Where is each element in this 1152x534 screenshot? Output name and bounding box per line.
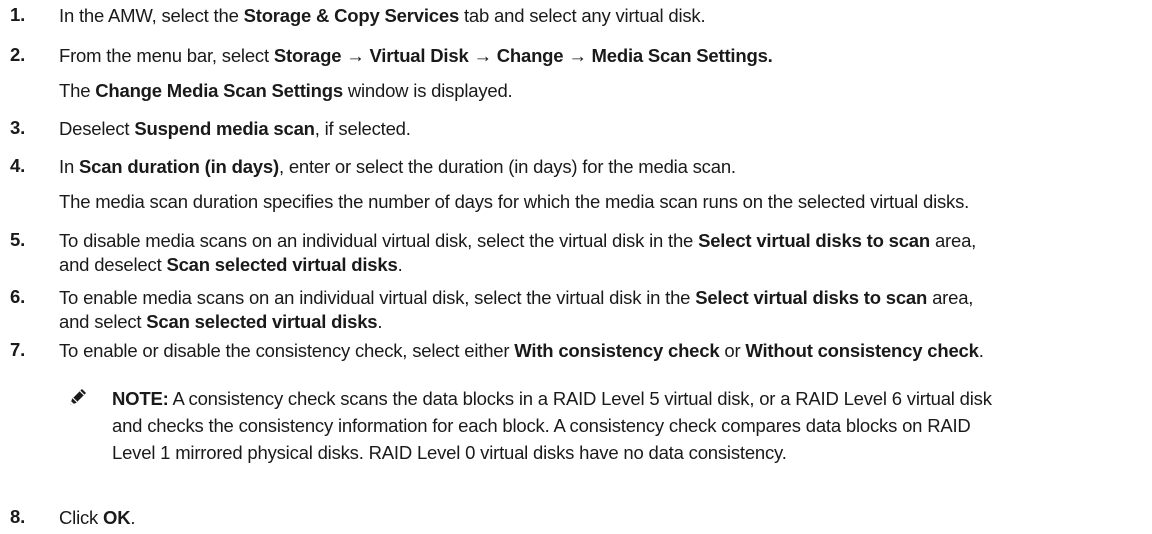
text-run: .: [377, 311, 383, 332]
step-text: In Scan duration (in days), enter or sel…: [59, 155, 1149, 179]
step-text: To enable or disable the consistency che…: [59, 339, 1149, 363]
text-run: To enable or disable the consistency che…: [59, 340, 515, 361]
text-run: area,: [927, 287, 974, 308]
ui-term: Select virtual disks to scan: [695, 287, 928, 308]
text-run: Level 1 mirrored physical disks. RAID Le…: [112, 442, 787, 463]
text-run: Click: [59, 507, 104, 528]
step-text: Deselect Suspend media scan, if selected…: [59, 117, 1149, 141]
text-run: window is displayed.: [342, 80, 513, 101]
step-text: To enable media scans on an individual v…: [59, 286, 1149, 334]
text-run: area,: [930, 230, 977, 251]
text-run: , enter or select the duration (in days)…: [278, 156, 736, 177]
text-run: , if selected.: [314, 118, 411, 139]
text-run: In: [59, 156, 79, 177]
text-run: To disable media scans on an individual …: [59, 230, 699, 251]
ui-term: Storage & Copy Services: [243, 5, 460, 26]
text-run: and deselect: [59, 254, 167, 275]
step-number: 2.: [10, 44, 26, 65]
step-text: Click OK.: [59, 506, 1149, 530]
ui-term: OK: [103, 507, 131, 528]
step-number: 5.: [10, 229, 26, 250]
text-run: Deselect: [59, 118, 135, 139]
ui-term: Scan selected virtual disks: [166, 254, 398, 275]
step-number: 3.: [10, 117, 26, 138]
text-run: or: [719, 340, 746, 361]
text-run: A consistency check scans the data block…: [168, 388, 992, 409]
step-number: 1.: [10, 4, 26, 25]
ui-term: Without consistency check: [745, 340, 979, 361]
text-run: .: [978, 340, 984, 361]
step-4-detail: The media scan duration specifies the nu…: [59, 191, 970, 212]
ui-term: Suspend media scan: [134, 118, 315, 139]
note-text: NOTE: A consistency check scans the data…: [112, 385, 1152, 466]
text-run: .: [130, 507, 136, 528]
step-number: 6.: [10, 286, 26, 307]
step-2-result: The Change Media Scan Settings window is…: [59, 79, 513, 103]
step-text: In the AMW, select the Storage & Copy Se…: [59, 4, 1149, 28]
step-text: From the menu bar, select Storage → Virt…: [59, 44, 1149, 68]
step-number: 4.: [10, 155, 26, 176]
ui-term: Select virtual disks to scan: [698, 230, 930, 251]
text-run: tab and select any virtual disk.: [459, 5, 706, 26]
text-run: and checks the consistency information f…: [112, 415, 971, 436]
ui-term: Change Media Scan Settings: [95, 80, 343, 101]
step-text: To disable media scans on an individual …: [59, 229, 1149, 277]
text-run: In the AMW, select the: [59, 5, 244, 26]
text-run: To enable media scans on an individual v…: [59, 287, 696, 308]
document-body: 1. In the AMW, select the Storage & Copy…: [0, 0, 1152, 534]
text-run: and select: [59, 311, 147, 332]
step-number: 8.: [10, 506, 26, 527]
ui-term: Scan duration (in days): [78, 156, 279, 177]
menu-path: Storage → Virtual Disk → Change → Media …: [273, 45, 773, 66]
text-run: From the menu bar, select: [59, 45, 274, 66]
step-number: 7.: [10, 339, 26, 360]
text-run: .: [397, 254, 403, 275]
ui-term: With consistency check: [514, 340, 720, 361]
ui-term: Scan selected virtual disks: [146, 311, 378, 332]
pencil-icon: [67, 386, 89, 408]
text-run: The: [59, 80, 96, 101]
note-label: NOTE:: [112, 388, 169, 409]
